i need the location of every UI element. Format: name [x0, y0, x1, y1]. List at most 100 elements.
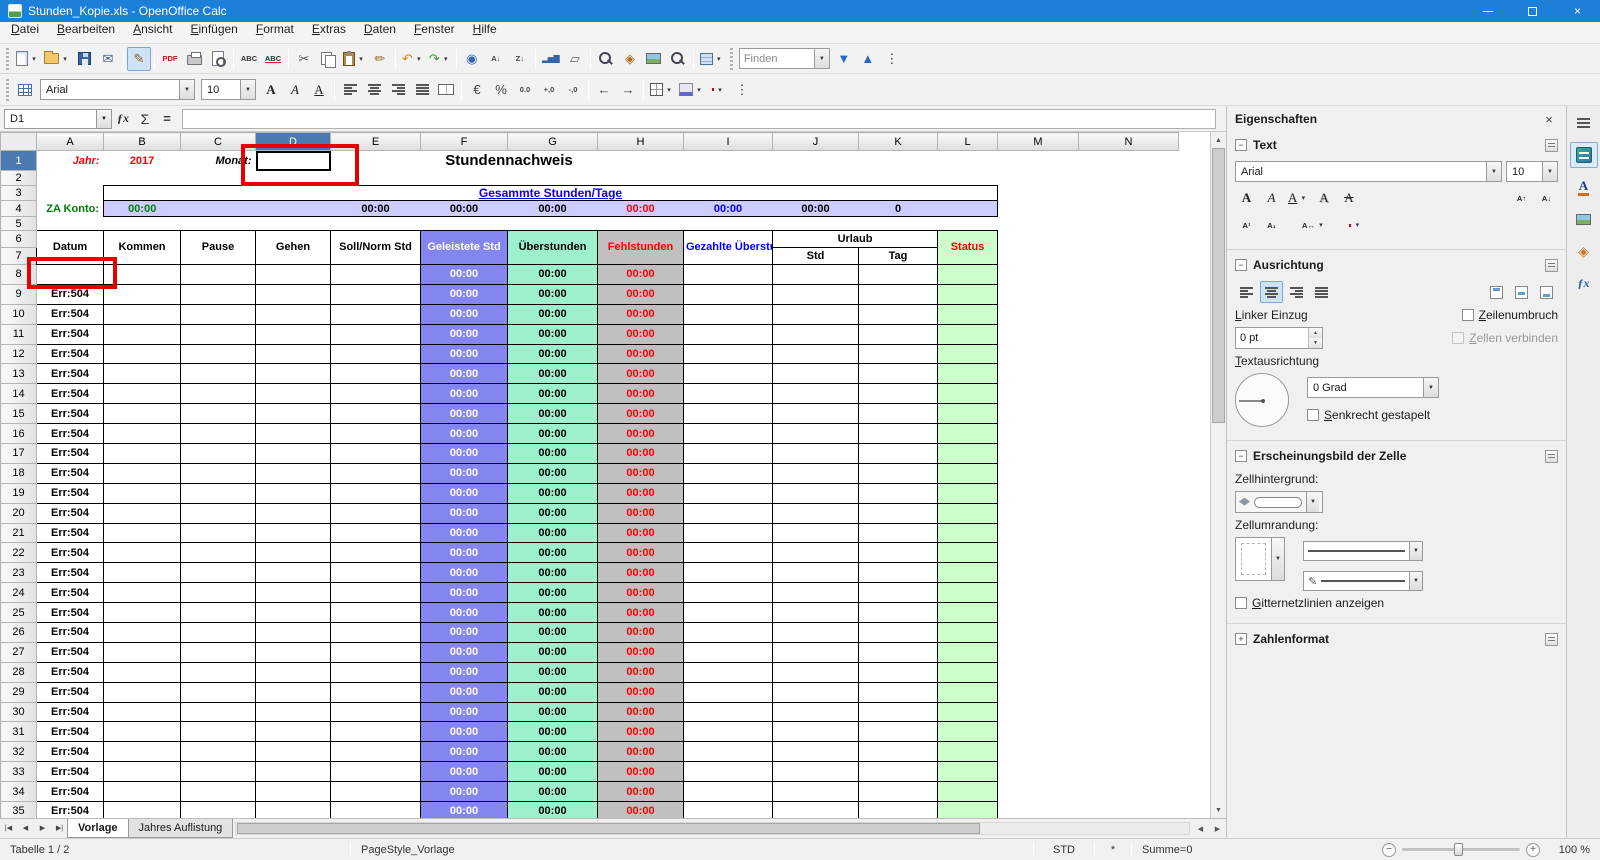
cell-I9[interactable] — [684, 284, 773, 304]
cell-E9[interactable] — [331, 284, 421, 304]
row-header-20[interactable]: 20 — [1, 503, 37, 523]
cell-N14[interactable] — [1079, 384, 1179, 404]
row-header-17[interactable]: 17 — [1, 444, 37, 464]
select-all-button[interactable] — [1, 133, 37, 151]
row-header-23[interactable]: 23 — [1, 563, 37, 583]
open-button[interactable]: ▾ — [41, 47, 72, 71]
row-header-35[interactable]: 35 — [1, 802, 37, 818]
cell-H27[interactable]: 00:00 — [598, 642, 684, 662]
sidebar-tab-navigator[interactable]: ◈ — [1570, 238, 1598, 264]
cell-B29[interactable] — [104, 682, 181, 702]
cell-G10[interactable]: 00:00 — [508, 304, 598, 324]
cell-H35[interactable]: 00:00 — [598, 802, 684, 818]
cell-I4[interactable]: 00:00 — [684, 201, 773, 217]
cell-L24[interactable] — [938, 583, 998, 603]
left-indent-input[interactable]: 0 pt ▲ ▼ — [1235, 327, 1323, 349]
cell-K32[interactable] — [859, 742, 938, 762]
column-header-D[interactable]: D — [256, 133, 331, 151]
cell-C28[interactable] — [181, 662, 256, 682]
cell-E34[interactable] — [331, 782, 421, 802]
cell-G30[interactable]: 00:00 — [508, 702, 598, 722]
cell-F16[interactable]: 00:00 — [421, 424, 508, 444]
cell-D27[interactable] — [256, 642, 331, 662]
zoom-slider-thumb[interactable] — [1454, 843, 1463, 856]
text-rotation-dial[interactable] — [1235, 373, 1289, 427]
cell-C2[interactable] — [181, 171, 256, 186]
dropdown-icon[interactable]: ▼ — [1271, 538, 1284, 580]
cell-H34[interactable]: 00:00 — [598, 782, 684, 802]
column-header-A[interactable]: A — [37, 133, 104, 151]
merge-cells-checkbox[interactable]: Zellen verbinden — [1452, 331, 1558, 345]
increase-indent-button[interactable]: → — [616, 78, 640, 102]
email-button[interactable]: ✉ — [96, 47, 120, 71]
dropdown-arrow-icon[interactable]: ▾ — [415, 55, 423, 63]
cell-G16[interactable]: 00:00 — [508, 424, 598, 444]
cell-M5[interactable] — [998, 217, 1079, 231]
cell-B19[interactable] — [104, 483, 181, 503]
find-previous-button[interactable]: ▲ — [856, 47, 880, 71]
cell-G24[interactable]: 00:00 — [508, 583, 598, 603]
cell-A24[interactable]: Err:504 — [37, 583, 104, 603]
redo-button[interactable]: ↷▾ — [426, 47, 453, 71]
cell-J12[interactable] — [773, 344, 859, 364]
column-header-N[interactable]: N — [1079, 133, 1179, 151]
dropdown-arrow-icon[interactable]: ▾ — [1317, 221, 1325, 229]
cell-L27[interactable] — [938, 642, 998, 662]
cell-J2[interactable] — [773, 171, 859, 186]
cell-B18[interactable] — [104, 463, 181, 483]
cell-G11[interactable]: 00:00 — [508, 324, 598, 344]
cell-M19[interactable] — [998, 483, 1079, 503]
cell-K1[interactable] — [859, 151, 938, 171]
cell-A29[interactable]: Err:504 — [37, 682, 104, 702]
cell-G28[interactable]: 00:00 — [508, 662, 598, 682]
dropdown-icon[interactable]: ▼ — [1409, 572, 1422, 590]
cell-I15[interactable] — [684, 404, 773, 424]
sidebar-close-button[interactable]: × — [1540, 110, 1558, 128]
scroll-right-icon[interactable]: ▶ — [1209, 819, 1226, 838]
cell-J4[interactable]: 00:00 — [773, 201, 859, 217]
cell-B32[interactable] — [104, 742, 181, 762]
cell-J28[interactable] — [773, 662, 859, 682]
cell-B28[interactable] — [104, 662, 181, 682]
cell-E15[interactable] — [331, 404, 421, 424]
print-button[interactable] — [182, 47, 206, 71]
cell-G18[interactable]: 00:00 — [508, 463, 598, 483]
menu-item-format[interactable]: Format — [247, 22, 303, 43]
cell-H10[interactable]: 00:00 — [598, 304, 684, 324]
dropdown-arrow-icon[interactable]: ▾ — [442, 55, 450, 63]
cell-G22[interactable]: 00:00 — [508, 543, 598, 563]
cell-J5[interactable] — [773, 217, 859, 231]
name-box[interactable]: D1 ▼ — [4, 109, 112, 129]
text-section-collapse-icon[interactable]: − — [1235, 139, 1247, 151]
row-header-10[interactable]: 10 — [1, 304, 37, 324]
cell-M6[interactable] — [998, 231, 1079, 248]
cell-J20[interactable] — [773, 503, 859, 523]
cell-A17[interactable]: Err:504 — [37, 444, 104, 464]
sidebar-superscript-button[interactable]: A¹ — [1235, 214, 1258, 236]
cell-D5[interactable] — [256, 217, 331, 231]
sidebar-align-bottom-button[interactable] — [1535, 281, 1558, 303]
menu-item-fenster[interactable]: Fenster — [405, 22, 464, 43]
dropdown-arrow-icon[interactable]: ▾ — [665, 86, 673, 94]
cell-F31[interactable]: 00:00 — [421, 722, 508, 742]
cell-C25[interactable] — [181, 603, 256, 623]
cell-B3[interactable]: Gesammte Stunden/Tage — [104, 186, 998, 201]
cell-D33[interactable] — [256, 762, 331, 782]
cell-F12[interactable]: 00:00 — [421, 344, 508, 364]
cell-K20[interactable] — [859, 503, 938, 523]
cell-J21[interactable] — [773, 523, 859, 543]
cell-K5[interactable] — [859, 217, 938, 231]
cell-N35[interactable] — [1079, 802, 1179, 818]
insert-chart-button[interactable]: ▂▅▇ — [539, 47, 563, 71]
cell-I6[interactable]: Gezahlte Überstunden — [684, 231, 773, 265]
cell-D9[interactable] — [256, 284, 331, 304]
cell-H30[interactable]: 00:00 — [598, 702, 684, 722]
cell-D18[interactable] — [256, 463, 331, 483]
cell-D11[interactable] — [256, 324, 331, 344]
cell-B6[interactable]: Kommen — [104, 231, 181, 265]
cell-A35[interactable]: Err:504 — [37, 802, 104, 818]
menu-item-ansicht[interactable]: Ansicht — [124, 22, 181, 43]
cell-J1[interactable] — [773, 151, 859, 171]
cell-G15[interactable]: 00:00 — [508, 404, 598, 424]
cell-B16[interactable] — [104, 424, 181, 444]
